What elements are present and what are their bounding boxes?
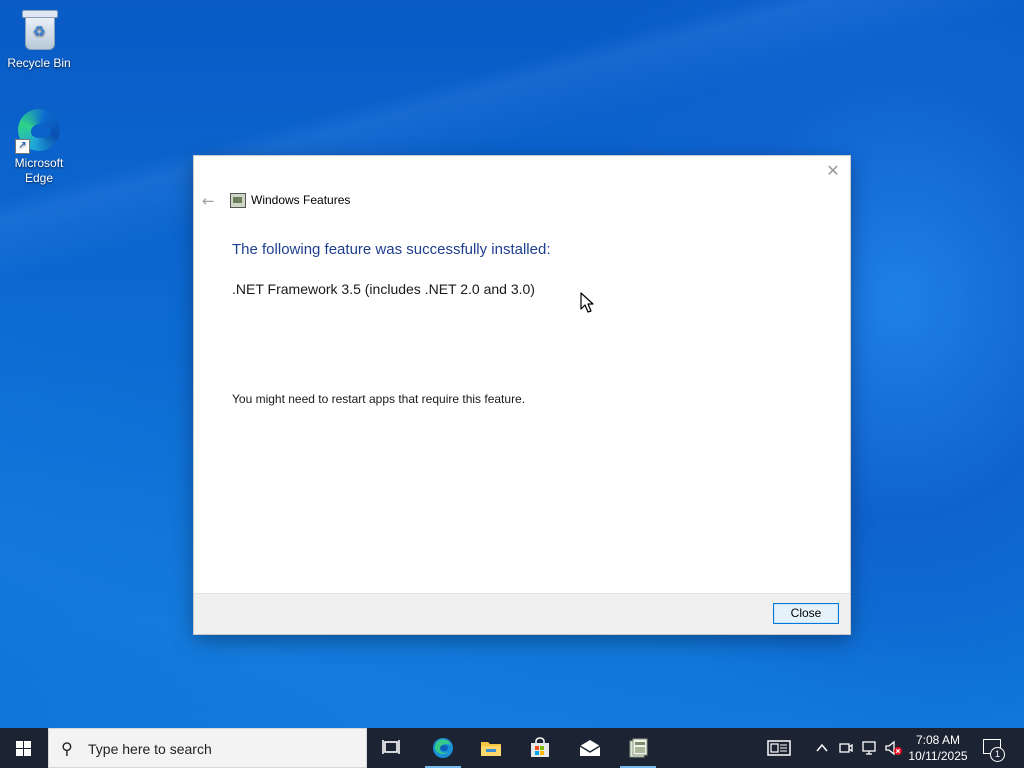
search-placeholder: Type here to search: [88, 741, 212, 757]
network-icon[interactable]: [861, 739, 879, 757]
store-icon: [531, 737, 549, 757]
back-arrow-icon[interactable]: ←: [202, 192, 215, 210]
edge-icon: ↗: [15, 106, 63, 154]
dialog-title: Windows Features: [251, 193, 351, 207]
volume-muted-icon[interactable]: [884, 739, 904, 757]
windows-features-icon: [629, 738, 648, 758]
dialog-footer: Close: [194, 593, 850, 634]
desktop-icon-label: Microsoft Edge: [14, 156, 64, 185]
windows-features-dialog: ✕ ← Windows Features The following featu…: [194, 156, 850, 634]
windows-logo-icon: [16, 741, 32, 756]
notification-count-badge: 1: [990, 747, 1005, 762]
edge-icon: [433, 738, 453, 758]
taskbar: ⚲ Type here to search 7:08 AM 10/11/2025…: [0, 728, 1024, 768]
search-icon: ⚲: [61, 739, 73, 758]
close-button[interactable]: Close: [773, 603, 839, 624]
clock-time: 7:08 AM: [915, 733, 961, 747]
taskbar-mail[interactable]: [566, 728, 614, 768]
news-widget-icon[interactable]: [766, 737, 792, 759]
task-view-button[interactable]: [368, 728, 416, 768]
taskbar-store[interactable]: [516, 728, 564, 768]
meet-now-icon[interactable]: [838, 740, 854, 756]
taskbar-search-box[interactable]: ⚲ Type here to search: [48, 728, 367, 768]
action-center-button[interactable]: 1: [980, 737, 1005, 762]
taskbar-file-explorer[interactable]: [467, 728, 515, 768]
start-button[interactable]: [0, 728, 48, 768]
taskbar-edge[interactable]: [419, 728, 467, 768]
windows-features-icon: [230, 193, 246, 208]
installed-feature-name: .NET Framework 3.5 (includes .NET 2.0 an…: [232, 281, 535, 297]
chevron-up-icon[interactable]: [815, 741, 829, 755]
mail-icon: [579, 740, 601, 756]
file-explorer-icon: [481, 742, 501, 756]
taskbar-clock[interactable]: 7:08 AM 10/11/2025: [904, 732, 972, 764]
desktop-icon-recycle-bin[interactable]: ♻ Recycle Bin: [1, 6, 77, 71]
mouse-cursor-icon: [580, 292, 594, 313]
clock-date: 10/11/2025: [908, 749, 968, 763]
recycle-bin-icon: ♻: [15, 6, 63, 54]
desktop-icon-microsoft-edge[interactable]: ↗ Microsoft Edge: [1, 106, 77, 186]
task-view-icon: [382, 740, 400, 754]
restart-note: You might need to restart apps that requ…: [232, 392, 526, 406]
shortcut-arrow-icon: ↗: [15, 139, 30, 154]
taskbar-windows-features[interactable]: [614, 728, 662, 768]
success-heading: The following feature was successfully i…: [232, 241, 551, 258]
desktop-icon-label: Recycle Bin: [7, 56, 71, 70]
close-icon[interactable]: ✕: [824, 162, 842, 180]
